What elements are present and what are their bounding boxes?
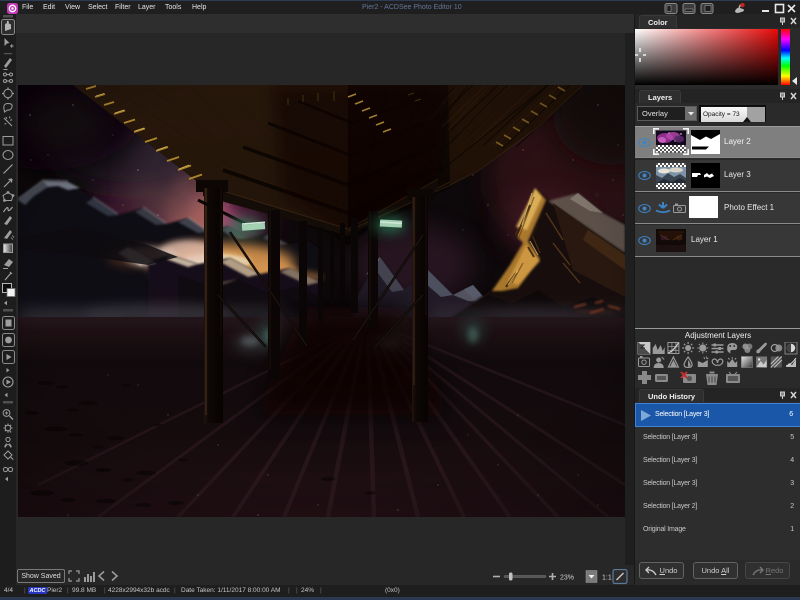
- svg-text:23%: 23%: [560, 575, 574, 582]
- svg-text:1:1: 1:1: [602, 575, 612, 582]
